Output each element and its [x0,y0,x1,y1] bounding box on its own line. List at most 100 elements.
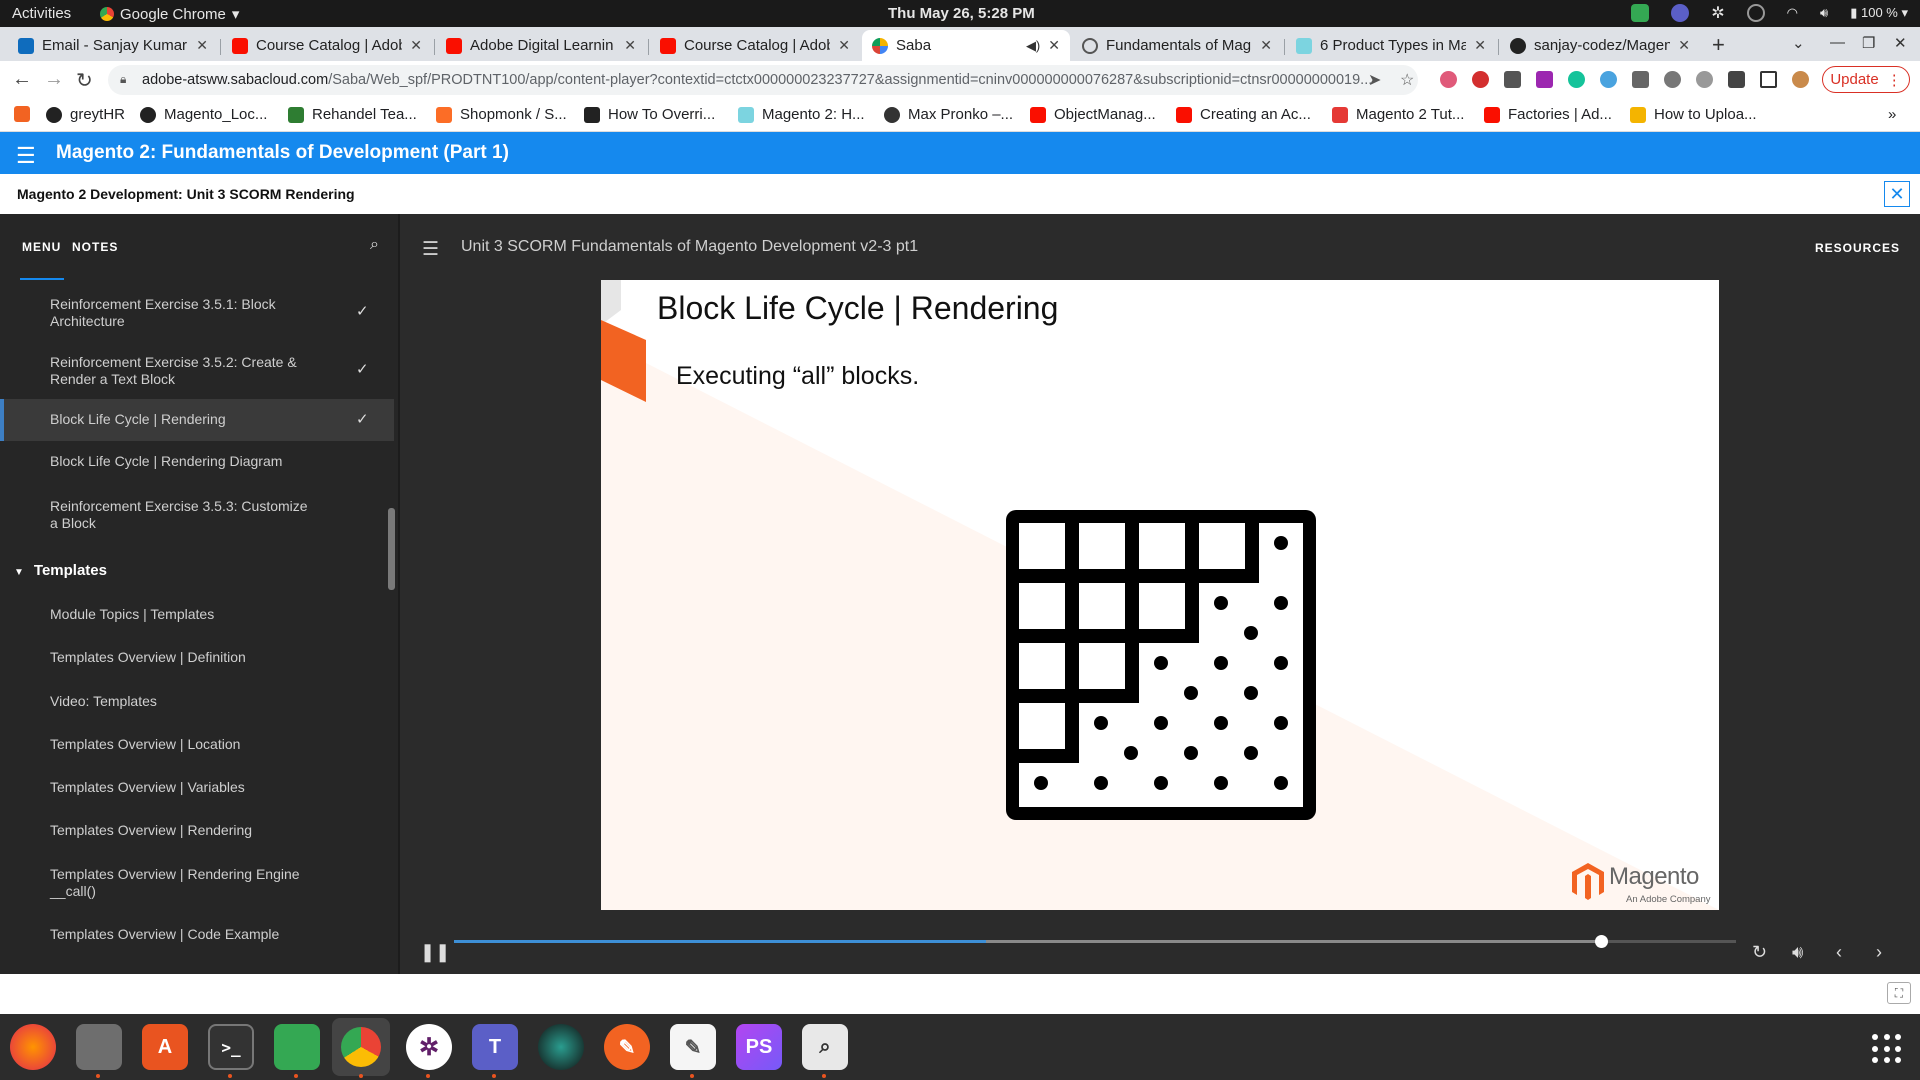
battery-status[interactable]: ▮ 100 % ▾ [1850,5,1908,21]
bookmark-item[interactable]: How To Overri... [584,106,715,123]
reload-icon[interactable]: ↻ [76,68,93,93]
bookmark-item[interactable]: greytHR [46,106,125,123]
sidebar-item[interactable]: Module Topics | Templates [0,606,394,636]
slack-icon[interactable]: ✲ [406,1024,452,1070]
back-icon[interactable]: ← [12,68,32,91]
star-icon[interactable]: ☆ [1400,70,1414,90]
tab-notes[interactable]: NOTES [72,240,118,254]
extension-icon[interactable] [1632,71,1649,88]
send-icon[interactable]: ➤ [1368,70,1381,90]
speaker-icon[interactable]: ◀︎) [1026,38,1040,54]
wifi-icon[interactable]: ◠ [1787,5,1798,21]
fullscreen-icon[interactable]: ⛶ [1887,982,1911,1004]
teams-icon[interactable]: T [472,1024,518,1070]
previous-icon[interactable]: ‹ [1836,942,1842,963]
sidebar-item[interactable]: Reinforcement Exercise 3.5.3: Customize … [0,498,394,538]
camera-icon[interactable] [538,1024,584,1070]
extension-icon[interactable] [1536,71,1553,88]
tab-github[interactable]: sanjay-codez/Magent ✕ [1500,30,1700,61]
sidebar-item[interactable]: Templates Overview | Rendering Engine __… [0,866,394,906]
tab-course-catalog-2[interactable]: Course Catalog | Adob ✕ [650,30,860,61]
sidebar-item[interactable]: Reinforcement Exercise 3.5.2: Create & R… [0,350,394,400]
close-icon[interactable]: ✕ [1884,181,1910,207]
pencil-icon[interactable]: ✎ [604,1024,650,1070]
sidebar-item[interactable]: Video: Templates [0,693,394,723]
resources-button[interactable]: RESOURCES [1815,241,1900,255]
progress-bar[interactable] [454,935,1736,948]
tab-email[interactable]: Email - Sanjay Kumar I ✕ [8,30,218,61]
slack-icon[interactable]: ✲ [1711,3,1724,23]
chat-icon[interactable] [274,1024,320,1070]
new-tab-button[interactable]: + [1712,32,1725,58]
bookmark-item[interactable]: Max Pronko –... [884,106,1013,123]
bookmark-item[interactable]: How to Uploa... [1630,106,1757,123]
extension-icon[interactable] [1504,71,1521,88]
bookmark-item[interactable]: Rehandel Tea... [288,106,417,123]
adblock-icon[interactable] [1472,71,1489,88]
sidebar-item[interactable]: Reinforcement Exercise 3.5.1: Block Arch… [0,292,394,342]
sidebar-item[interactable]: Templates Overview | Location [0,736,394,766]
app-menu[interactable]: Google Chrome ▾ [100,5,239,23]
search-files-icon[interactable]: ⌕ [802,1024,848,1070]
firefox-icon[interactable] [10,1024,56,1070]
avatar[interactable] [1792,71,1809,88]
tab-course-catalog-1[interactable]: Course Catalog | Adob ✕ [222,30,432,61]
system-tray[interactable]: ✲ ◠ 🔊︎ ▮ 100 % ▾ [1631,3,1908,23]
sidebar-item[interactable]: Block Life Cycle | Rendering Diagram [0,453,394,485]
bookmark-item[interactable]: Shopmonk / S... [436,106,567,123]
window-close-icon[interactable]: ✕ [1894,34,1907,52]
tab-search-icon[interactable]: ⌄ [1792,34,1805,52]
sidebar-scrollbar[interactable] [388,508,395,590]
close-icon[interactable]: ✕ [1048,37,1060,54]
menu-icon[interactable]: ☰ [422,238,439,261]
address-bar[interactable]: 🔒︎ adobe-atsww.sabacloud.com/Saba/Web_sp… [108,65,1418,95]
forward-icon[interactable]: → [44,68,64,91]
bookmark-magento[interactable] [14,106,30,122]
gear-icon[interactable] [1664,71,1681,88]
chat-icon[interactable] [1631,4,1650,22]
close-icon[interactable]: ✕ [196,37,208,54]
volume-icon[interactable]: 🔊︎ [1792,942,1803,963]
bookmark-item[interactable]: Factories | Ad... [1484,106,1612,123]
show-applications-icon[interactable] [1872,1034,1902,1064]
more-bookmarks-icon[interactable]: » [1888,106,1896,123]
terminal-icon[interactable]: >_ [208,1024,254,1070]
next-icon[interactable]: › [1876,942,1882,963]
minimize-icon[interactable]: — [1830,34,1845,51]
bookmark-item[interactable]: Creating an Ac... [1176,106,1311,123]
software-store-icon[interactable]: A [142,1024,188,1070]
teams-icon[interactable] [1671,4,1690,22]
sidebar-item[interactable]: Templates Overview | Code Example [0,926,394,956]
tab-saba[interactable]: Saba ◀︎) ✕ [862,30,1070,61]
maximize-icon[interactable]: ❐ [1862,34,1875,52]
activities-button[interactable]: Activities [12,5,71,22]
bookmark-item[interactable]: Magento 2: H... [738,106,865,123]
sidebar-item[interactable]: Templates Overview | Variables [0,779,394,809]
files-icon[interactable] [76,1024,122,1070]
pause-icon[interactable]: ❚❚ [420,942,450,963]
extension-icon[interactable] [1440,71,1457,88]
sidebar-item[interactable]: Templates Overview | Definition [0,649,394,679]
close-icon[interactable]: ✕ [1260,37,1272,54]
extension-icon[interactable] [1696,71,1713,88]
tab-product-types[interactable]: 6 Product Types in Ma ✕ [1286,30,1496,61]
clock[interactable]: Thu May 26, 5:28 PM [888,5,1035,22]
lock-icon[interactable]: 🔒︎ [120,72,126,87]
close-icon[interactable]: ✕ [410,37,422,54]
tab-menu[interactable]: MENU [22,240,61,254]
close-icon[interactable]: ✕ [838,37,850,54]
search-icon[interactable]: ⌕ [370,236,379,254]
bookmark-item[interactable]: Magento 2 Tut... [1332,106,1464,123]
close-icon[interactable]: ✕ [624,37,636,54]
phpstorm-icon[interactable]: PS [736,1024,782,1070]
close-icon[interactable]: ✕ [1678,37,1690,54]
bookmark-item[interactable]: ObjectManag... [1030,106,1156,123]
sidebar-item-current[interactable]: Block Life Cycle | Rendering [0,399,394,441]
text-editor-icon[interactable]: ✎ [670,1024,716,1070]
puzzle-icon[interactable] [1728,71,1745,88]
section-templates[interactable]: ▼ Templates [14,562,107,579]
extension-icon[interactable] [1600,71,1617,88]
volume-icon[interactable]: 🔊︎ [1820,5,1828,21]
chrome-icon[interactable] [332,1018,390,1076]
close-icon[interactable]: ✕ [1474,37,1486,54]
